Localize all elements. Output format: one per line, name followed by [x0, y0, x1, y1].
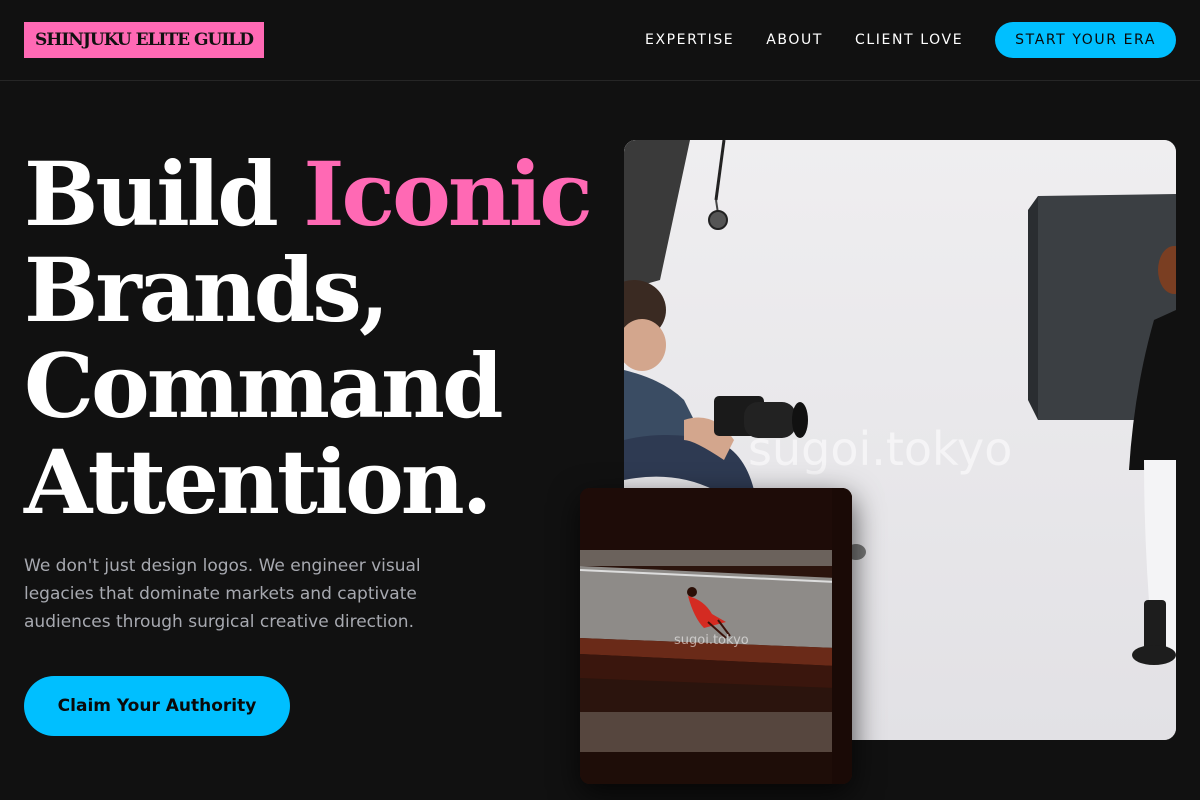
- site-header: SHINJUKU ELITE GUILD EXPERTISE ABOUT CLI…: [0, 0, 1200, 81]
- landing-page: SHINJUKU ELITE GUILD EXPERTISE ABOUT CLI…: [0, 0, 1200, 800]
- nav-client-love[interactable]: CLIENT LOVE: [855, 32, 963, 48]
- logo[interactable]: SHINJUKU ELITE GUILD: [24, 22, 264, 58]
- hero-photo-watermark: sugoi.tokyo: [748, 422, 1012, 476]
- headline-line-3: Command: [24, 334, 504, 438]
- secondary-photo-illustration: sugoi.tokyo: [580, 488, 852, 784]
- hero-subtext: We don't just design logos. We engineer …: [24, 556, 421, 632]
- main-nav: EXPERTISE ABOUT CLIENT LOVE START YOUR E…: [645, 22, 1176, 58]
- headline-build: Build: [24, 142, 304, 246]
- headline-line-4: Attention.: [24, 430, 492, 534]
- nav-about[interactable]: ABOUT: [766, 32, 823, 48]
- start-your-era-button[interactable]: START YOUR ERA: [995, 22, 1176, 58]
- secondary-photo-watermark: sugoi.tokyo: [674, 633, 749, 648]
- hero-headline: Build Iconic Brands, Command Attention.: [24, 146, 604, 530]
- headline-line-1: Build Iconic: [24, 146, 604, 242]
- nav-expertise[interactable]: EXPERTISE: [645, 32, 734, 48]
- secondary-photo: sugoi.tokyo: [580, 488, 852, 784]
- headline-line-2: Brands,: [24, 238, 389, 342]
- claim-your-authority-button[interactable]: Claim Your Authority: [24, 676, 290, 736]
- headline-accent: Iconic: [303, 142, 592, 246]
